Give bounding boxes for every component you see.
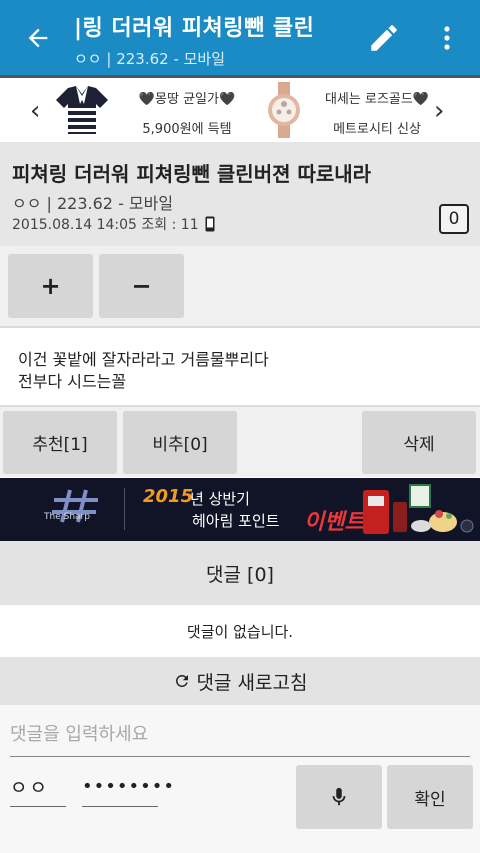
comment-count-badge: 0 [439, 204, 469, 234]
ad-prev-arrow[interactable]: ‹ [30, 96, 40, 126]
event-half: 년 상반기 [190, 490, 250, 508]
post-body-line: 전부다 시드는꼴 [18, 372, 127, 391]
shirt-product-image[interactable] [54, 82, 110, 138]
arrow-left-icon [28, 28, 48, 48]
password-field[interactable]: •••••••• [82, 767, 174, 807]
post-meta: 2015.08.14 14:05 조회 : 11 [12, 214, 215, 234]
oppose-button[interactable]: 비추[0] [123, 411, 237, 474]
app-bar-subtitle: ㅇㅇ | 223.62 - 모바일 [74, 50, 226, 68]
event-brand-name: The Sharp [44, 512, 90, 522]
post-author: ㅇㅇ | 223.62 - 모바일 [12, 194, 174, 213]
post-body-line: 이건 꽃밭에 잘자라라고 거름물뿌리다 [18, 350, 269, 369]
post-title: 피쳐링 더러워 피쳐링뺀 클린버젼 따로내라 [12, 162, 372, 186]
delete-button[interactable]: 삭제 [362, 411, 476, 474]
microphone-icon [332, 787, 346, 806]
post-actions: 추천[1] 비추[0] 삭제 [0, 407, 480, 477]
event-products-image [363, 484, 474, 534]
refresh-icon [173, 672, 191, 690]
vote-area: + − [0, 246, 480, 326]
comment-form: ㅇㅇ •••••••• 확인 [0, 705, 480, 853]
event-banner[interactable]: The Sharp 2015 년 상반기 헤아림 포인트 이벤트! [0, 478, 480, 541]
ad-right-line1: 대세는 로즈골드🖤 [324, 92, 430, 107]
ad-left-line1: 🖤몽땅 균일가🖤 [138, 92, 236, 107]
watch-product-image[interactable] [256, 82, 312, 138]
no-comments-text: 댓글이 없습니다. [0, 605, 480, 657]
refresh-comments-label: 댓글 새로고침 [196, 671, 308, 694]
app-bar-titles: |링 더러워 피쳐링뺀 클린 ㅇㅇ | 223.62 - 모바일 [74, 10, 354, 69]
confirm-button[interactable]: 확인 [387, 765, 473, 829]
post-body: 이건 꽃밭에 잘자라라고 거름물뿌리다 전부다 시드는꼴 [0, 328, 480, 406]
comments-header: 댓글 [0] [0, 541, 480, 605]
event-point: 헤아림 포인트 [192, 512, 280, 530]
pencil-icon [371, 25, 397, 51]
edit-button[interactable] [362, 18, 406, 58]
app-bar: |링 더러워 피쳐링뺀 클린 ㅇㅇ | 223.62 - 모바일 [0, 0, 480, 75]
mobile-phone-icon [205, 216, 215, 232]
more-vert-icon [444, 26, 450, 50]
refresh-comments-button[interactable]: 댓글 새로고침 [0, 657, 480, 705]
ad-right-line2: 메트로시티 신상 [333, 122, 421, 137]
name-field[interactable]: ㅇㅇ [10, 767, 66, 807]
ad-banner[interactable]: ‹ 🖤몽땅 균일가🖤 5,900원에 득템 대세는 로즈골드🖤 메트로시티 신상… [0, 78, 480, 142]
event-banner-divider [124, 488, 125, 530]
ad-next-arrow[interactable]: › [434, 96, 444, 126]
plus-button[interactable]: + [8, 254, 93, 318]
back-button[interactable] [18, 20, 58, 56]
ad-left-line2: 5,900원에 득템 [142, 122, 232, 137]
recommend-button[interactable]: 추천[1] [3, 411, 117, 474]
post-header: 피쳐링 더러워 피쳐링뺀 클린버젼 따로내라 ㅇㅇ | 223.62 - 모바일… [0, 142, 480, 246]
app-bar-title: |링 더러워 피쳐링뺀 클린 [74, 16, 315, 41]
comment-input[interactable] [10, 713, 470, 757]
post-date-views: 2015.08.14 14:05 조회 : 11 [12, 217, 199, 233]
event-year: 2015 [143, 486, 194, 507]
minus-button[interactable]: − [99, 254, 184, 318]
voice-input-button[interactable] [296, 765, 382, 829]
more-options-button[interactable] [432, 18, 462, 58]
